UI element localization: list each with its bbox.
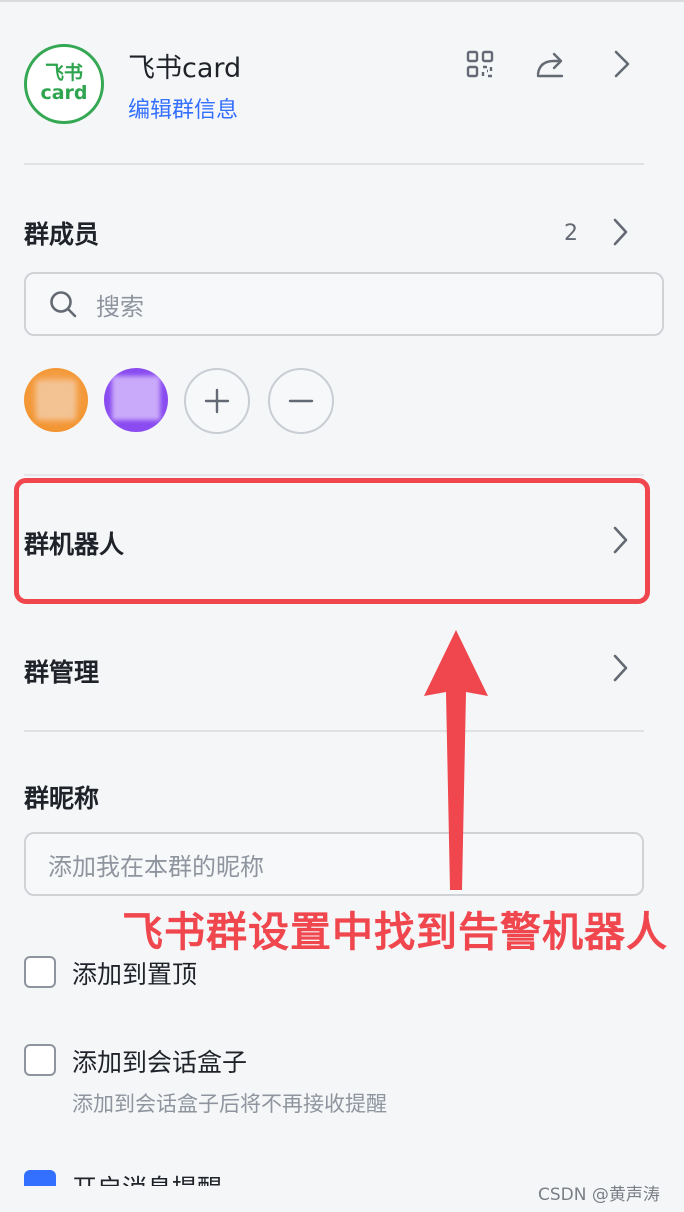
members-title: 群成员: [24, 220, 100, 249]
qr-code-icon[interactable]: [462, 46, 498, 82]
watermark: CSDN @黄声涛: [538, 1185, 660, 1205]
top-border: [0, 0, 684, 2]
member-search-input[interactable]: 搜索: [24, 272, 664, 336]
share-icon[interactable]: [532, 46, 568, 82]
group-management-chevron-right-icon[interactable]: [606, 652, 634, 684]
add-member-button[interactable]: [184, 368, 250, 434]
row-divider: [24, 474, 644, 476]
add-to-box-label[interactable]: 添加到会话盒子: [72, 1043, 247, 1079]
group-name: 飞书card: [128, 53, 242, 84]
member-avatar[interactable]: [104, 368, 168, 432]
members-chevron-right-icon[interactable]: [606, 216, 634, 248]
chevron-right-icon[interactable]: [604, 46, 640, 82]
group-avatar-text-line1: 飞书: [44, 62, 83, 85]
header-divider: [24, 163, 644, 165]
annotation-text: 飞书群设置中找到告警机器人: [122, 908, 668, 956]
minus-icon: [288, 399, 314, 403]
group-settings-panel: 飞书 card 飞书card 编辑群信息 群成员 2 搜索 群机器人 群管理 群…: [0, 0, 684, 1212]
nickname-title: 群昵称: [24, 784, 100, 813]
group-management-row[interactable]: [0, 620, 684, 720]
search-placeholder: 搜索: [96, 292, 144, 321]
add-to-box-hint: 添加到会话盒子后将不再接收提醒: [72, 1092, 387, 1116]
nickname-placeholder: 添加我在本群的昵称: [48, 852, 264, 881]
edit-group-info-link[interactable]: 编辑群信息: [128, 92, 238, 124]
plus-icon: [204, 388, 230, 414]
member-count: 2: [564, 221, 578, 246]
nickname-input[interactable]: 添加我在本群的昵称: [24, 832, 644, 896]
group-robots-chevron-right-icon[interactable]: [606, 524, 634, 556]
pin-to-top-checkbox[interactable]: [24, 956, 56, 988]
search-icon: [50, 291, 77, 318]
group-avatar[interactable]: 飞书 card: [24, 44, 104, 124]
group-avatar-text-line2: card: [40, 82, 88, 104]
annotation-arrow-icon: [424, 630, 488, 890]
group-management-label: 群管理: [24, 658, 100, 687]
pin-to-top-label[interactable]: 添加到置顶: [72, 955, 197, 991]
remove-member-button[interactable]: [268, 368, 334, 434]
member-avatar[interactable]: [24, 368, 88, 432]
add-to-box-checkbox[interactable]: [24, 1044, 56, 1076]
section-divider: [24, 730, 644, 732]
group-robots-label: 群机器人: [24, 530, 125, 559]
